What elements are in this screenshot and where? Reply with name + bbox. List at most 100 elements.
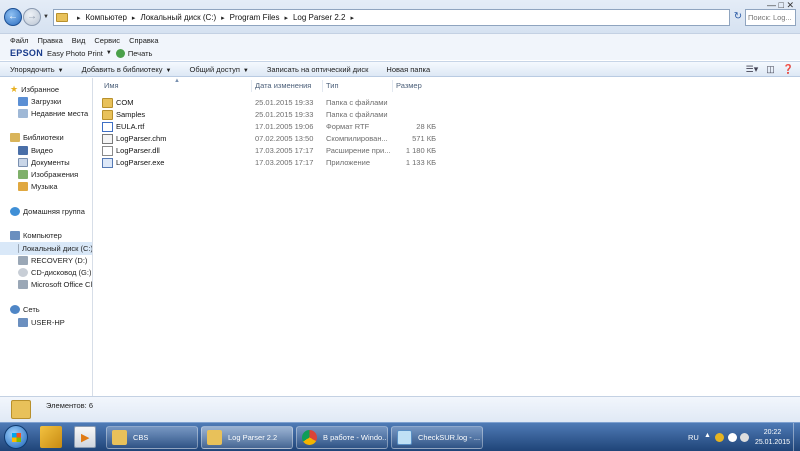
- epson-toolbar: EPSON Easy Photo Print ▼ Печать: [0, 46, 800, 60]
- tray-app-icon[interactable]: [715, 433, 724, 442]
- chevron-right-icon[interactable]: ▸: [132, 14, 136, 22]
- folder-icon: [112, 430, 127, 445]
- column-header-size[interactable]: Размер: [396, 81, 422, 90]
- file-name: Samples: [116, 110, 146, 119]
- search-input[interactable]: Поиск: Log...: [745, 9, 796, 26]
- media-player-icon[interactable]: ▶: [74, 426, 96, 448]
- taskbar-button-notepad[interactable]: CheckSUR.log - ...: [391, 426, 483, 449]
- column-header-type[interactable]: Тип: [326, 81, 339, 90]
- nav-computer[interactable]: Компьютер: [10, 231, 62, 240]
- nav-recent[interactable]: Недавние места: [18, 109, 88, 118]
- nav-favorites[interactable]: ★ Избранное: [10, 84, 59, 95]
- back-button[interactable]: ←: [4, 8, 22, 26]
- table-row[interactable]: Samples 25.01.2015 19:33 Папка с файлами: [94, 108, 544, 120]
- nav-music[interactable]: Музыка: [18, 182, 58, 191]
- table-row[interactable]: EULA.rtf 17.01.2005 19:06 Формат RTF 28 …: [94, 120, 544, 132]
- volume-icon[interactable]: [740, 433, 749, 442]
- column-divider[interactable]: [251, 80, 252, 92]
- menu-help[interactable]: Справка: [129, 36, 158, 45]
- pinned-app-icon[interactable]: [40, 426, 62, 448]
- burn-button[interactable]: Записать на оптический диск: [267, 65, 369, 74]
- nav-office[interactable]: Microsoft Office Click-to-Run: [18, 280, 93, 289]
- nav-homegroup[interactable]: Домашняя группа: [10, 207, 85, 216]
- share-button[interactable]: Общий доступ ▼: [190, 65, 249, 74]
- chevron-down-icon[interactable]: ▼: [106, 50, 112, 56]
- folder-icon: [207, 430, 222, 445]
- window-controls[interactable]: — □ ✕: [767, 0, 794, 11]
- nav-video[interactable]: Видео: [18, 146, 53, 155]
- show-desktop-button[interactable]: [793, 423, 800, 451]
- chevron-right-icon[interactable]: ▸: [221, 14, 225, 22]
- breadcrumb-item[interactable]: Локальный диск (C:): [140, 13, 216, 22]
- nav-images[interactable]: Изображения: [18, 170, 78, 179]
- file-name: COM: [116, 98, 134, 107]
- folder-icon: [102, 98, 113, 108]
- taskbar-button-chrome[interactable]: В работе - Windo...: [296, 426, 388, 449]
- taskbar-button-label: CBS: [133, 433, 149, 442]
- taskbar-button-label: CheckSUR.log - ...: [418, 433, 481, 442]
- column-divider[interactable]: [322, 80, 323, 92]
- table-row[interactable]: LogParser.chm 07.02.2005 13:50 Скомпилир…: [94, 132, 544, 144]
- show-hidden-icons[interactable]: ▲: [704, 432, 713, 441]
- nav-recovery[interactable]: RECOVERY (D:): [18, 256, 87, 265]
- column-header-date[interactable]: Дата изменения: [255, 81, 311, 90]
- address-bar[interactable]: ▸ Компьютер ▸ Локальный диск (C:) ▸ Prog…: [53, 9, 730, 26]
- view-options-icon[interactable]: ☰▾: [746, 64, 759, 75]
- nav-downloads[interactable]: Загрузки: [18, 97, 61, 106]
- breadcrumb-item[interactable]: Log Parser 2.2: [293, 13, 345, 22]
- chevron-right-icon[interactable]: ▸: [284, 14, 288, 22]
- sort-up-icon: ▲: [174, 78, 180, 84]
- table-row[interactable]: COM 25.01.2015 19:33 Папка с файлами: [94, 96, 544, 108]
- chevron-down-icon: ▼: [242, 67, 249, 74]
- menu-view[interactable]: Вид: [72, 36, 86, 45]
- preview-pane-icon[interactable]: ◫: [766, 64, 775, 75]
- file-name: LogParser.chm: [116, 134, 167, 143]
- nav-documents[interactable]: Документы: [18, 158, 70, 167]
- nav-network[interactable]: Сеть: [10, 305, 40, 314]
- file-type: Скомпилирован...: [326, 134, 388, 143]
- nav-libraries[interactable]: Библиотеки: [10, 133, 64, 142]
- nav-network-label: Сеть: [23, 305, 40, 314]
- add-to-library-button[interactable]: Добавить в библиотеку ▼: [82, 65, 172, 74]
- refresh-icon[interactable]: ↻: [731, 9, 745, 26]
- images-icon: [18, 170, 28, 179]
- start-button[interactable]: [4, 425, 28, 449]
- nav-favorites-label: Избранное: [21, 85, 60, 94]
- menu-edit[interactable]: Правка: [37, 36, 62, 45]
- organize-button[interactable]: Упорядочить ▼: [10, 65, 64, 74]
- table-row[interactable]: LogParser.exe 17.03.2005 17:17 Приложени…: [94, 156, 544, 168]
- taskbar-button-logparser[interactable]: Log Parser 2.2: [201, 426, 293, 449]
- organize-label: Упорядочить: [10, 64, 55, 74]
- taskbar-button-cbs[interactable]: CBS: [106, 426, 198, 449]
- history-dropdown-icon[interactable]: ▼: [43, 14, 49, 20]
- add-library-label: Добавить в библиотеку: [81, 64, 163, 74]
- clock[interactable]: 20:22 25.01.2015: [755, 428, 790, 448]
- column-divider[interactable]: [392, 80, 393, 92]
- new-folder-button[interactable]: Новая папка: [386, 65, 430, 74]
- nav-computer-label: Компьютер: [23, 231, 62, 240]
- dll-file-icon: [102, 146, 113, 156]
- recent-places-icon: [18, 109, 28, 118]
- column-header-name[interactable]: Имя: [104, 81, 119, 90]
- nav-local-disk[interactable]: Локальный диск (C:): [0, 242, 92, 255]
- folder-icon: [56, 13, 68, 22]
- network-icon[interactable]: [728, 433, 737, 442]
- forward-button[interactable]: →: [23, 8, 41, 26]
- language-indicator[interactable]: RU: [688, 433, 699, 442]
- nav-user-pc[interactable]: USER-HP: [18, 318, 65, 327]
- help-icon[interactable]: ❓: [783, 64, 794, 75]
- nav-cd-drive[interactable]: CD-дисковод (G:): [18, 268, 91, 277]
- table-row[interactable]: LogParser.dll 17.03.2005 17:17 Расширени…: [94, 144, 544, 156]
- homegroup-icon: [10, 207, 20, 216]
- nav-video-label: Видео: [31, 146, 53, 155]
- computer-icon: [10, 231, 20, 240]
- nav-documents-label: Документы: [31, 158, 70, 167]
- chevron-right-icon[interactable]: ▸: [350, 14, 354, 22]
- print-button[interactable]: Печать: [128, 49, 153, 58]
- menu-tools[interactable]: Сервис: [94, 36, 120, 45]
- breadcrumb-item[interactable]: Компьютер: [86, 13, 127, 22]
- breadcrumb-item[interactable]: Program Files: [230, 13, 280, 22]
- menu-file[interactable]: Файл: [10, 36, 28, 45]
- nav-office-label: Microsoft Office Click-to-Run: [31, 280, 93, 289]
- easy-photo-print-button[interactable]: Easy Photo Print: [47, 49, 103, 58]
